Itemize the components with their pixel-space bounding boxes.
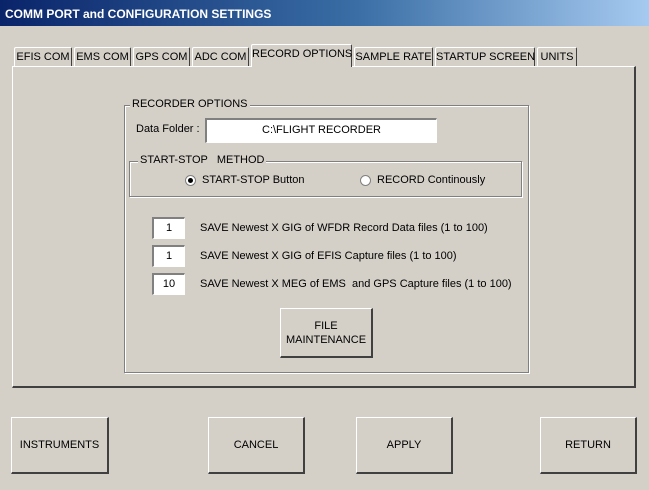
record-continuously-radio[interactable] [360,175,371,186]
save-efis-label: SAVE Newest X GIG of EFIS Capture files … [200,250,457,262]
save-wfdr-label: SAVE Newest X GIG of WFDR Record Data fi… [200,222,488,234]
cancel-button[interactable]: CANCEL [208,417,305,474]
return-button[interactable]: RETURN [540,417,637,474]
file-maintenance-line2: MAINTENANCE [285,333,367,346]
save-efis-input[interactable]: 1 [152,245,185,267]
record-continuously-label[interactable]: RECORD Continously [377,174,485,186]
save-ems-gps-input[interactable]: 10 [152,273,185,295]
start-stop-method-label: START-STOP METHOD [138,154,267,166]
start-stop-button-label[interactable]: START-STOP Button [202,174,305,186]
file-maintenance-line1: FILE [314,319,338,332]
data-folder-input[interactable]: C:\FLIGHT RECORDER [205,118,437,143]
tab-gps-com[interactable]: GPS COM [133,47,190,66]
record-options-panel: RECORDER OPTIONS Data Folder : C:\FLIGHT… [12,66,636,388]
tab-units[interactable]: UNITS [537,47,577,66]
apply-button[interactable]: APPLY [356,417,453,474]
tab-adc-com[interactable]: ADC COM [192,47,249,66]
tab-ems-com[interactable]: EMS COM [74,47,131,66]
save-wfdr-input[interactable]: 1 [152,217,185,239]
save-ems-gps-label: SAVE Newest X MEG of EMS and GPS Capture… [200,278,512,290]
instruments-button[interactable]: INSTRUMENTS [11,417,109,474]
radio-selected-dot [188,178,193,183]
window-title: COMM PORT and CONFIGURATION SETTINGS [5,7,272,21]
recorder-options-label: RECORDER OPTIONS [130,98,250,110]
tab-efis-com[interactable]: EFIS COM [14,47,72,66]
data-folder-label: Data Folder : [136,123,200,135]
start-stop-button-radio[interactable] [185,175,196,186]
tab-record-options[interactable]: RECORD OPTIONS [251,44,352,67]
tab-startup-screen[interactable]: STARTUP SCREEN [435,47,535,66]
window-title-bar: COMM PORT and CONFIGURATION SETTINGS [0,0,649,26]
tab-sample-rate[interactable]: SAMPLE RATE [354,47,433,66]
file-maintenance-button[interactable]: FILE MAINTENANCE [280,308,373,358]
